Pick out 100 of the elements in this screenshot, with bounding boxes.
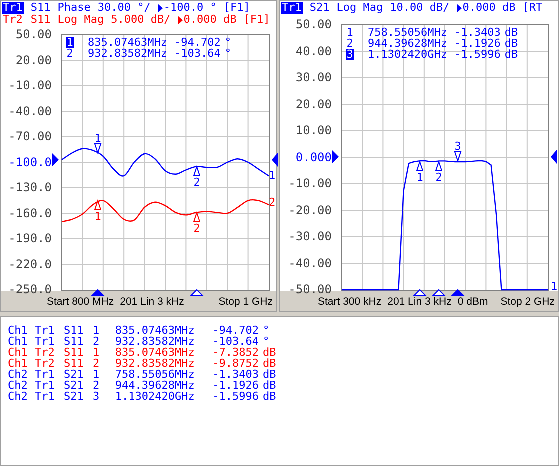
unit-cell: MHz (175, 325, 195, 336)
trace-end-label: 1 (551, 280, 558, 293)
marker-cell: 1 (93, 347, 100, 358)
reference-level: 0.000 dB (462, 2, 516, 14)
marker-frequency: 835.07463 (88, 37, 148, 48)
reference-triangle-icon (332, 150, 339, 164)
trace-end-label: 2 (269, 196, 276, 209)
axis-tick-label: -220.0 (8, 258, 52, 271)
marker-number[interactable]: 2 (66, 48, 74, 59)
status-text: Stop 1 GHz (218, 296, 273, 308)
trace-format: Phase (58, 2, 91, 14)
marker-icon[interactable] (193, 211, 201, 222)
unit-cell: MHz (175, 380, 195, 391)
axis-tick-label: -250.0 (8, 284, 52, 296)
marker-number[interactable]: 3 (346, 49, 354, 60)
unit-cell: MHz (175, 358, 195, 369)
stimulus-marker-icon[interactable] (90, 289, 106, 296)
trace-cell: Tr1 (35, 325, 55, 336)
unit-cell-text: ° (262, 325, 270, 336)
value-cell: -1.3403 (212, 369, 259, 380)
reference-triangle-icon (52, 153, 59, 167)
parameter-cell: S11 (64, 325, 84, 336)
stimulus-marker-icon[interactable] (432, 289, 446, 296)
frequency-cell: 932.83582 (115, 358, 175, 369)
frequency-unit: MHz (428, 27, 448, 38)
channel-cell: Ch1 (8, 336, 28, 347)
trace-parameter: S11 (30, 14, 51, 26)
marker-cell: 3 (93, 391, 100, 402)
axis-tick-label: -30.00 (288, 230, 332, 244)
trace-format: Log Mag (336, 2, 384, 14)
trace-tab[interactable]: Tr1 (281, 2, 303, 14)
axis-tick-label: -10.00 (288, 178, 332, 190)
parameter-cell: S11 (64, 347, 84, 358)
trace-format: Log Mag (58, 14, 104, 26)
trace-cell: Tr2 (35, 347, 55, 358)
marker-label: 2 (436, 171, 442, 184)
channel-cell: Ch2 (8, 391, 28, 402)
trace-scale: 30.00 °/ (98, 2, 151, 14)
marker-value: -1.5996 (454, 49, 501, 60)
unit-cell: MHz (175, 347, 195, 358)
marker-icon[interactable] (94, 199, 102, 210)
unit-cell-text: dB (262, 391, 276, 402)
marker-icon[interactable] (435, 160, 443, 172)
stimulus-marker-icon[interactable] (190, 289, 204, 296)
status-text: 0 dBm (458, 296, 488, 308)
marker-label: 1 (416, 171, 424, 184)
trace-cell: Tr1 (35, 336, 55, 347)
value-unit: dB (504, 38, 518, 49)
frequency-unit: GHz (428, 49, 448, 60)
unit-cell-text: ° (262, 336, 270, 347)
reference-triangle-icon (272, 153, 278, 167)
axis-tick-label: -70.00 (8, 130, 52, 144)
reference-level: 0.000 dB (184, 14, 237, 26)
stimulus-marker-icon[interactable] (412, 289, 428, 296)
trace-scale: 5.000 dB/ (111, 14, 171, 26)
frequency-cell: 932.83582 (115, 336, 175, 347)
frequency-cell: 944.39628 (115, 380, 175, 391)
marker-number[interactable]: 1 (346, 27, 354, 38)
trace-cell: Tr2 (35, 358, 55, 369)
marker-number[interactable]: 2 (346, 38, 354, 49)
unit-cell: MHz (175, 369, 195, 380)
marker-cell: 2 (93, 358, 100, 369)
axis-tick-label: 50.00 (296, 18, 332, 32)
trace-parameter: S21 (310, 2, 330, 14)
axis-tick-label: -50.00 (288, 284, 332, 296)
marker-icon[interactable] (454, 152, 462, 163)
value-unit: dB (504, 49, 518, 60)
axis-tick-label: 30.00 (296, 72, 332, 84)
reference-triangle-icon (456, 4, 462, 12)
marker-icon[interactable] (416, 160, 424, 172)
marker-cell: 2 (93, 336, 100, 347)
trace-scale: 10.00 dB/ (390, 2, 450, 14)
status-text: 201 Lin 3 kHz (120, 296, 184, 308)
marker-value: -1.1926 (454, 38, 501, 49)
unit-cell: GHz (175, 391, 195, 402)
value-cell: -9.8752 (212, 358, 259, 369)
stimulus-marker-icon[interactable] (450, 289, 466, 296)
axis-tick-label: 40.00 (296, 45, 332, 58)
trace-flag-label: [F1] (244, 14, 270, 26)
axis-tick-label: 20.00 (16, 54, 52, 67)
marker-number[interactable]: 1 (66, 37, 74, 48)
trace-cell: Tr1 (35, 380, 55, 391)
channel-cell: Ch2 (8, 369, 28, 380)
parameter-cell: S11 (64, 336, 84, 347)
status-text: Stop 2 GHz (500, 296, 555, 308)
marker-icon[interactable] (193, 165, 201, 176)
channel-cell: Ch1 (8, 325, 28, 336)
marker-frequency: 944.39628 (368, 38, 428, 49)
unit-cell-text: dB (262, 358, 276, 369)
marker-icon[interactable] (94, 144, 102, 155)
status-text: Start 300 kHz (318, 296, 382, 308)
axis-tick-label: 0.000 (296, 151, 332, 164)
trace-tab[interactable]: Tr1 (2, 2, 24, 14)
marker-value: -1.3403 (454, 27, 501, 38)
unit-cell-text: dB (262, 369, 276, 380)
marker-label: 2 (194, 222, 200, 235)
marker-value: -103.64 (174, 48, 221, 59)
trace-tab[interactable]: Tr2 (2, 14, 24, 26)
marker-label: 2 (194, 176, 200, 189)
value-cell: -7.3852 (212, 347, 259, 358)
